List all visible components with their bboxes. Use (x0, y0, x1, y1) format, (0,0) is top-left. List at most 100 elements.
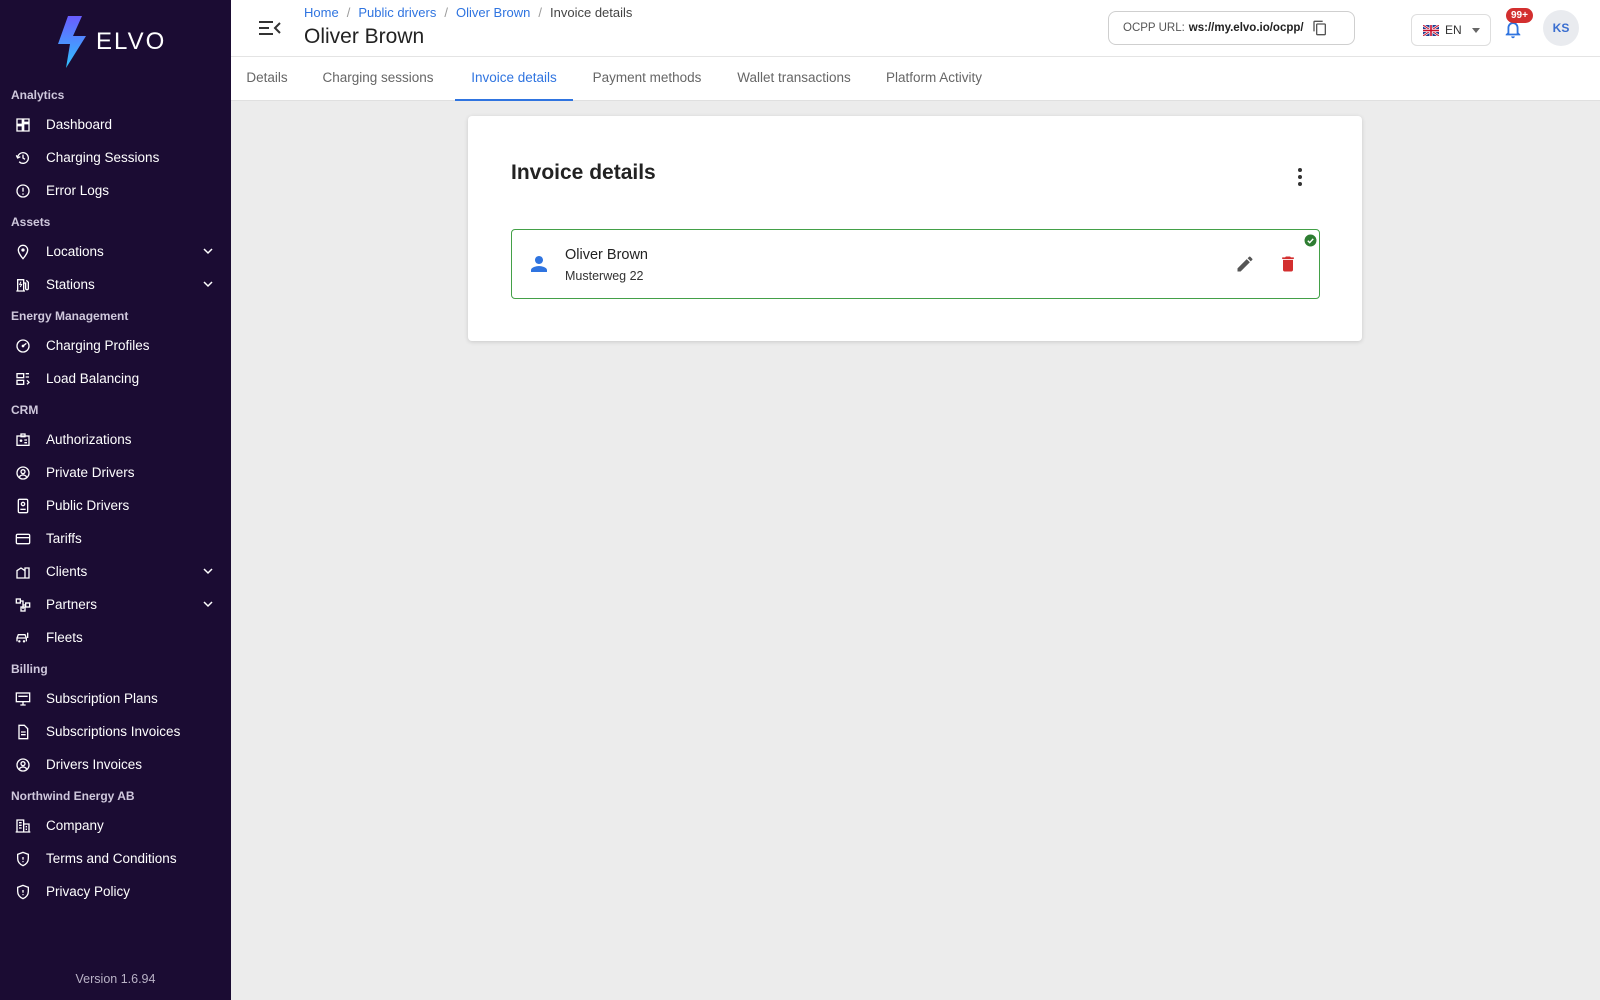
sidebar-item-subscriptions-invoices[interactable]: Subscriptions Invoices (0, 715, 231, 748)
sidebar-item-label: Privacy Policy (46, 884, 131, 899)
invoice-details-card: Invoice details Oliver Brown Musterweg 2… (468, 116, 1362, 341)
chevron-down-icon[interactable] (203, 566, 213, 576)
chevron-down-icon[interactable] (203, 246, 213, 256)
sidebar: ELVO Analytics Dashboard Charging Sessions… (0, 0, 231, 1000)
breadcrumb-current: Invoice details (550, 5, 633, 20)
shield-icon (15, 851, 31, 867)
sidebar-item-locations[interactable]: Locations (0, 235, 231, 268)
sidebar-section-title: Energy Management (11, 309, 129, 323)
sidebar-item-label: Private Drivers (46, 465, 135, 480)
sidebar-item-company[interactable]: Company (0, 809, 231, 842)
badge-id-icon (15, 432, 31, 448)
tab-platform-activity[interactable]: Platform Activity (881, 57, 987, 101)
sidebar-section-title: Analytics (11, 88, 65, 102)
person-icon (531, 256, 547, 272)
load-balance-icon (15, 371, 31, 387)
tab-payment-methods[interactable]: Payment methods (588, 57, 706, 101)
chevron-down-icon[interactable] (203, 599, 213, 609)
sidebar-item-charging-profiles[interactable]: Charging Profiles (0, 329, 231, 362)
sidebar-item-load-balancing[interactable]: Load Balancing (0, 362, 231, 395)
history-icon (15, 150, 31, 166)
breadcrumb-public-drivers[interactable]: Public drivers (358, 5, 436, 20)
more-options-icon[interactable] (1297, 167, 1303, 187)
sidebar-item-label: Subscription Plans (46, 691, 158, 706)
sidebar-item-tariffs[interactable]: Tariffs (0, 522, 231, 555)
sidebar-item-authorizations[interactable]: Authorizations (0, 423, 231, 456)
company-icon (15, 818, 31, 834)
breadcrumb-home[interactable]: Home (304, 5, 339, 20)
building-icon (15, 564, 31, 580)
breadcrumb: Home / Public drivers / Oliver Brown / I… (304, 5, 632, 20)
sidebar-item-stations[interactable]: Stations (0, 268, 231, 301)
edit-pencil-icon[interactable] (1235, 254, 1255, 274)
sidebar-item-clients[interactable]: Clients (0, 555, 231, 588)
sidebar-item-label: Stations (46, 277, 95, 292)
sidebar-section-title: Assets (11, 215, 51, 229)
sidebar-item-label: Company (46, 818, 104, 833)
sidebar-item-label: Partners (46, 597, 98, 612)
page-title: Oliver Brown (304, 25, 425, 48)
ocpp-url-box: OCPP URL: ws://my.elvo.io/ocpp/ (1108, 11, 1355, 45)
chevron-down-icon[interactable] (203, 279, 213, 289)
user-avatar[interactable]: KS (1543, 10, 1579, 46)
user-circle-icon (15, 757, 31, 773)
ev-station-icon (15, 277, 31, 293)
sidebar-item-label: Error Logs (46, 183, 110, 198)
breadcrumb-separator: / (346, 5, 351, 20)
invoice-address-entry[interactable]: Oliver Brown Musterweg 22 (511, 229, 1320, 299)
breadcrumb-driver[interactable]: Oliver Brown (456, 5, 530, 20)
sidebar-item-drivers-invoices[interactable]: Drivers Invoices (0, 748, 231, 781)
verified-check-icon (1304, 234, 1317, 247)
sidebar-item-terms-and-conditions[interactable]: Terms and Conditions (0, 842, 231, 875)
sidebar-item-label: Clients (46, 564, 88, 579)
tab-details[interactable]: Details (241, 57, 293, 101)
sidebar-item-error-logs[interactable]: Error Logs (0, 174, 231, 207)
sidebar-item-private-drivers[interactable]: Private Drivers (0, 456, 231, 489)
sidebar-item-label: Public Drivers (46, 498, 130, 513)
app-version: Version 1.6.94 (75, 972, 156, 986)
car-icon (15, 630, 31, 646)
delete-trash-icon[interactable] (1278, 254, 1298, 274)
sidebar-item-dashboard[interactable]: Dashboard (0, 108, 231, 141)
sidebar-section-title: Billing (11, 662, 48, 676)
top-header: Home / Public drivers / Oliver Brown / I… (231, 0, 1600, 57)
sidebar-item-label: Terms and Conditions (46, 851, 177, 866)
monitor-icon (15, 691, 31, 707)
dropdown-arrow-icon (1472, 28, 1480, 33)
language-code: EN (1445, 23, 1462, 37)
collapse-menu-icon[interactable] (259, 18, 281, 38)
notification-badge: 99+ (1506, 8, 1533, 23)
entry-address: Musterweg 22 (565, 269, 644, 283)
breadcrumb-separator: / (444, 5, 448, 20)
uk-flag-icon (1423, 24, 1439, 36)
shield-icon (15, 884, 31, 900)
sidebar-section-title: CRM (11, 403, 39, 417)
sidebar-item-label: Drivers Invoices (46, 757, 143, 772)
sidebar-item-privacy-policy[interactable]: Privacy Policy (0, 875, 231, 908)
sidebar-item-label: Subscriptions Invoices (46, 724, 181, 739)
sidebar-item-partners[interactable]: Partners (0, 588, 231, 621)
alert-circle-icon (15, 183, 31, 199)
brand-name: ELVO (96, 28, 167, 55)
user-card-icon (15, 498, 31, 514)
sidebar-item-charging-sessions[interactable]: Charging Sessions (0, 141, 231, 174)
sidebar-item-subscription-plans[interactable]: Subscription Plans (0, 682, 231, 715)
document-icon (15, 724, 31, 740)
tab-charging-sessions[interactable]: Charging sessions (318, 57, 438, 101)
ocpp-url-label: OCPP URL: (1123, 22, 1185, 34)
tab-invoice-details[interactable]: Invoice details (455, 57, 573, 101)
user-circle-icon (15, 465, 31, 481)
sidebar-item-label: Dashboard (46, 117, 113, 132)
sidebar-section-title: Northwind Energy AB (11, 789, 135, 803)
language-selector[interactable]: EN (1411, 14, 1491, 46)
elvo-logo[interactable]: ELVO (56, 16, 166, 68)
card-title: Invoice details (511, 161, 656, 184)
entry-name: Oliver Brown (565, 247, 648, 263)
dashboard-icon (15, 117, 31, 133)
gauge-icon (15, 338, 31, 354)
sidebar-item-public-drivers[interactable]: Public Drivers (0, 489, 231, 522)
tab-wallet-transactions[interactable]: Wallet transactions (731, 57, 857, 101)
sidebar-item-fleets[interactable]: Fleets (0, 621, 231, 654)
sidebar-item-label: Fleets (46, 630, 83, 645)
copy-icon[interactable] (1312, 20, 1328, 36)
